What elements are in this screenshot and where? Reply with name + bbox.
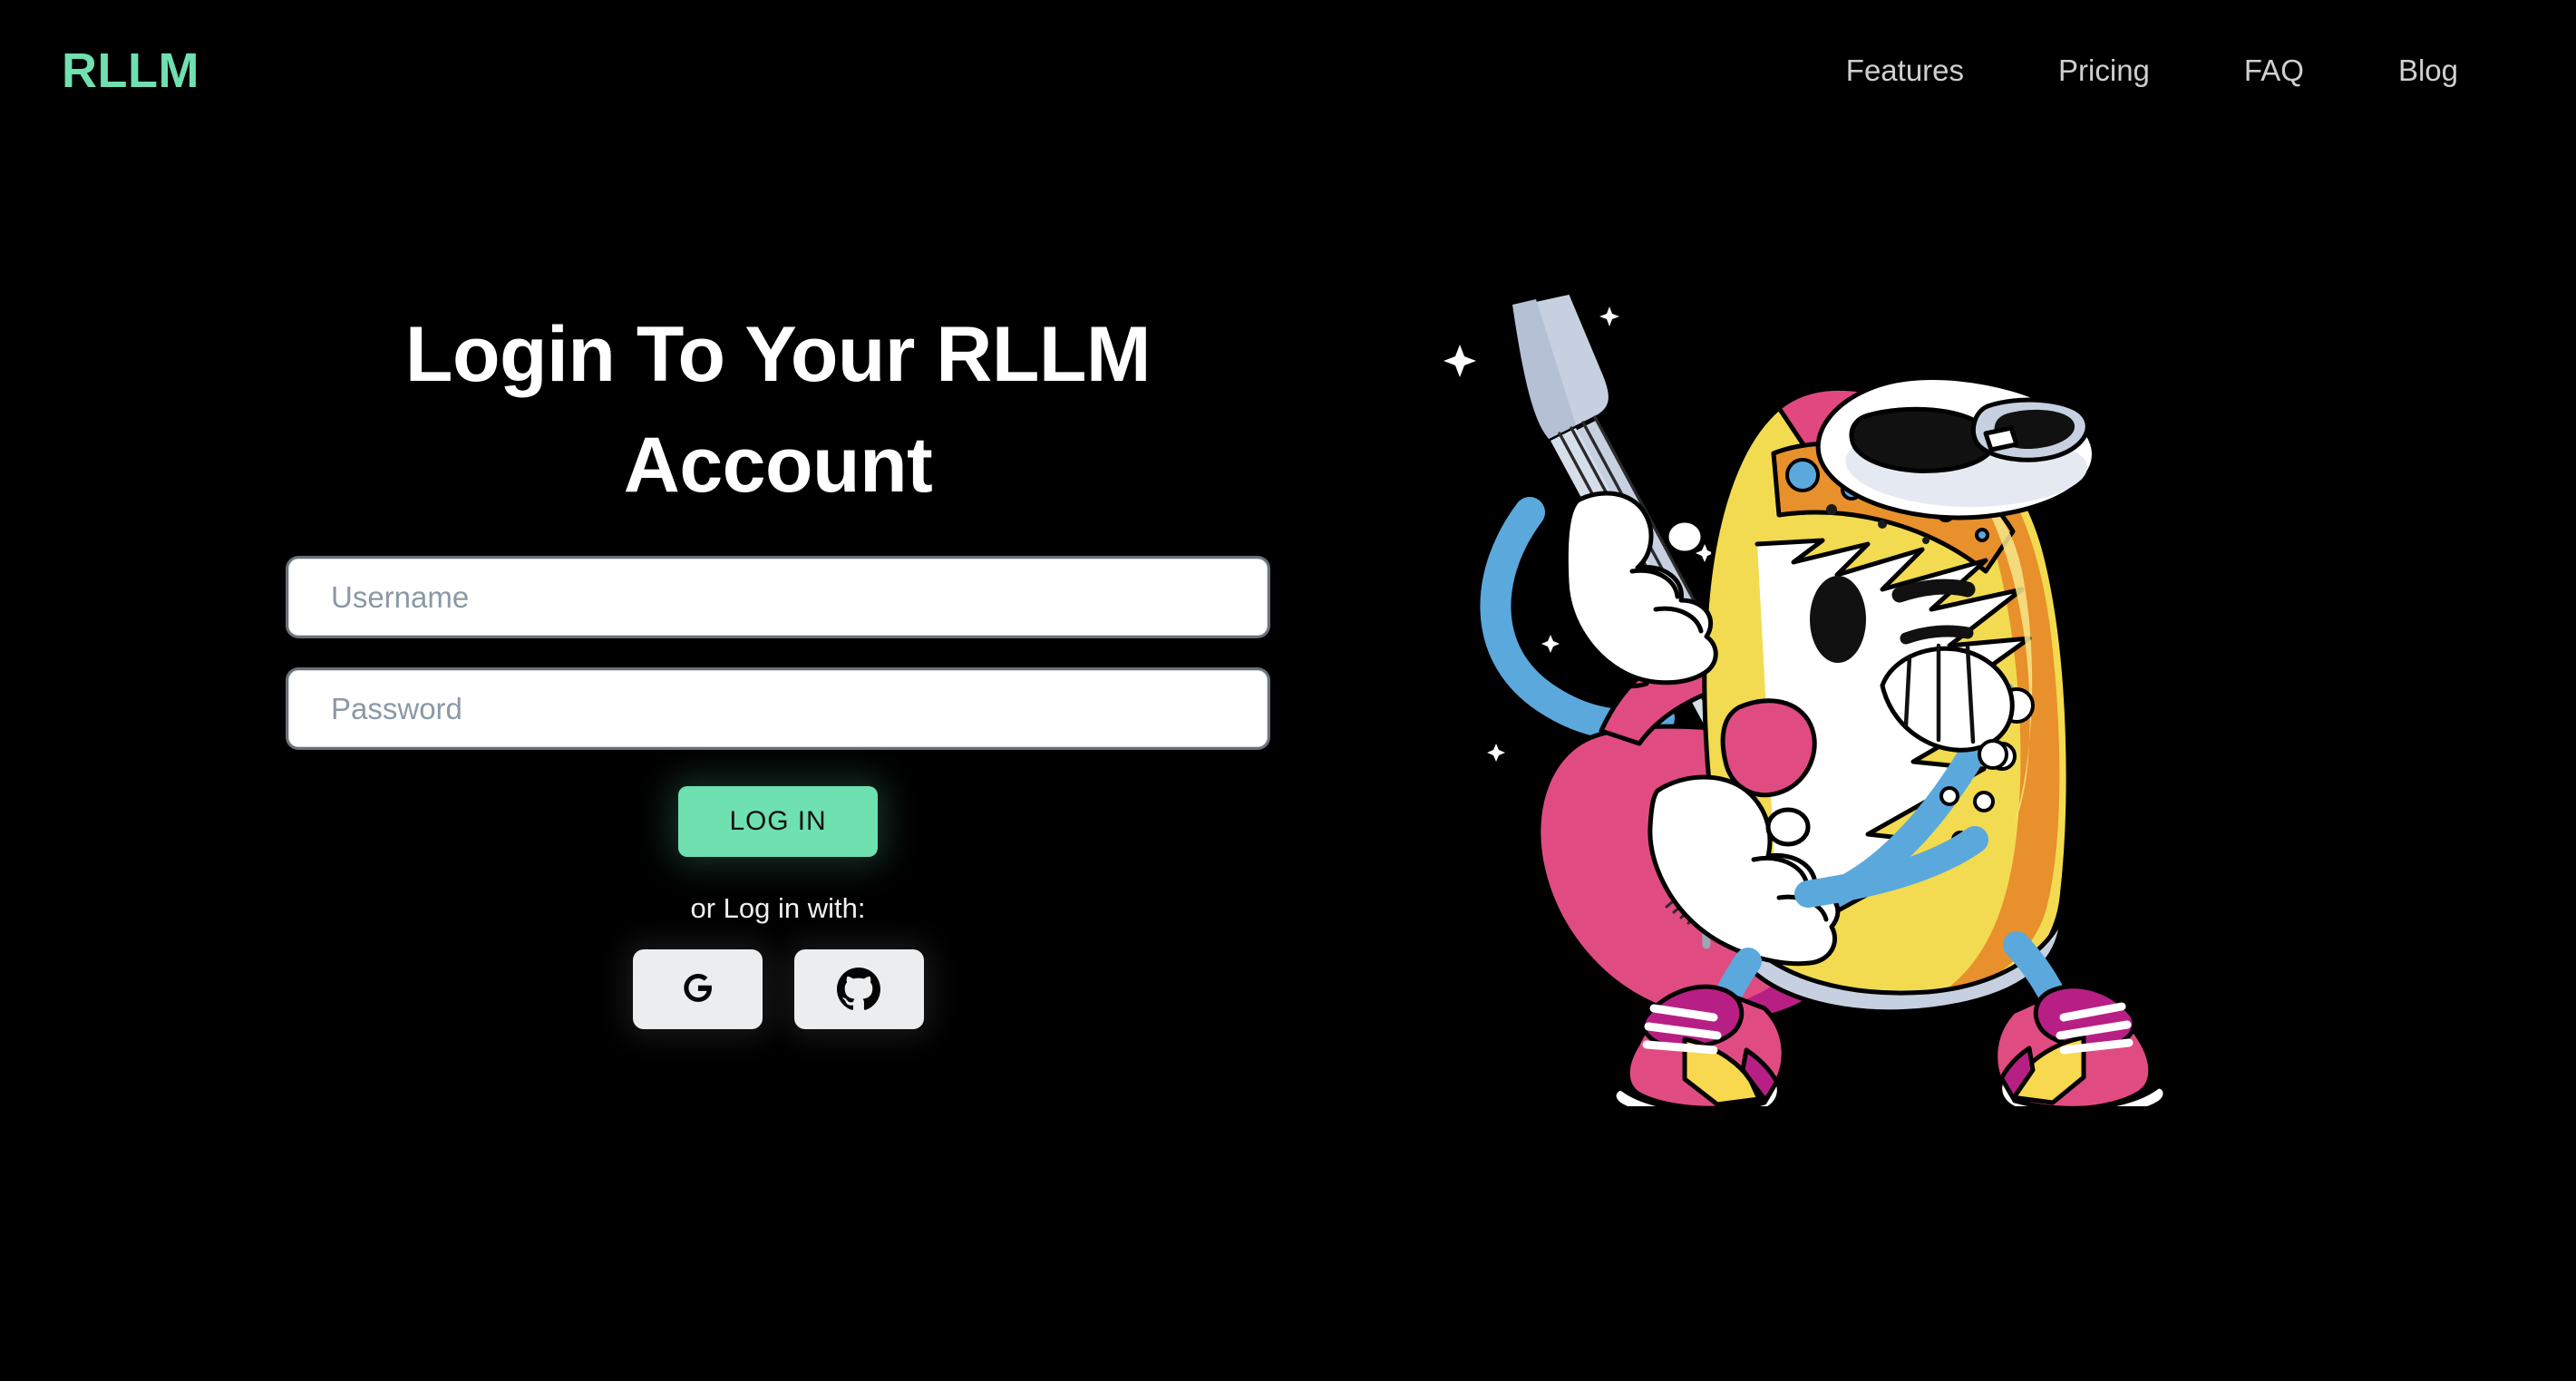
soda-can-guitarist-mascot (1442, 272, 2258, 1106)
alt-login-label: or Log in with: (690, 892, 866, 925)
google-login-button[interactable] (632, 949, 763, 1030)
github-login-button[interactable] (793, 949, 924, 1030)
social-login-row (288, 949, 1268, 1030)
left-sneaker (1611, 984, 1786, 1106)
submit-row: LOG IN (288, 786, 1268, 858)
page-title: Login To Your RLLM Account (404, 311, 1152, 510)
login-form (288, 559, 1268, 748)
login-panel: Login To Your RLLM Account LOG IN or Log… (288, 299, 1268, 1030)
username-input[interactable] (288, 559, 1268, 637)
github-icon (837, 967, 880, 1013)
brand-logo[interactable]: RLLM (62, 46, 199, 95)
nav-link-blog[interactable]: Blog (2398, 53, 2458, 88)
nav-link-pricing[interactable]: Pricing (2058, 53, 2150, 88)
google-icon (677, 968, 717, 1011)
right-sneaker (1993, 984, 2168, 1106)
nav-link-features[interactable]: Features (1846, 53, 1964, 88)
main-nav: Features Pricing FAQ Blog (1846, 53, 2485, 88)
password-input[interactable] (288, 670, 1268, 748)
site-header: RLLM Features Pricing FAQ Blog (0, 0, 2576, 141)
log-in-button[interactable]: LOG IN (678, 786, 878, 858)
can-lid (1815, 375, 2096, 520)
nav-link-faq[interactable]: FAQ (2244, 53, 2304, 88)
